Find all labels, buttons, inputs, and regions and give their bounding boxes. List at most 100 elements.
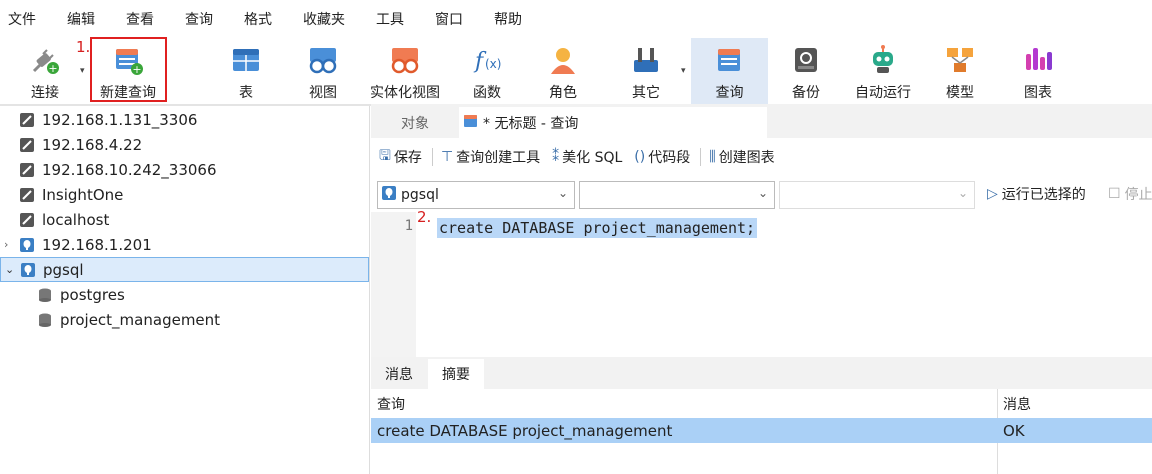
schema-select[interactable]: ⌄ [779, 181, 975, 209]
beautify-icon: ⁑ [552, 149, 560, 165]
tree-node-connection[interactable]: 192.168.10.242_33066 [20, 157, 217, 182]
builder-label: 查询创建工具 [456, 150, 541, 166]
chart-label: 图表 [1024, 85, 1052, 101]
materialized-view-button[interactable]: 实体化视图 [364, 38, 446, 104]
menu-favorites[interactable]: 收藏夹 [295, 9, 359, 29]
backup-button[interactable]: 备份 [778, 38, 834, 104]
annotation-step-2: 2. [417, 208, 432, 226]
mysql-connection-icon [20, 212, 34, 227]
column-header-query[interactable]: 查询 [377, 391, 405, 417]
tree-node-connection[interactable]: 192.168.1.131_3306 [20, 107, 197, 132]
chevron-down-icon: ⌄ [957, 186, 968, 200]
chevron-right-icon[interactable]: › [4, 238, 20, 251]
play-icon: ▷ [987, 186, 998, 202]
user-role-icon [547, 44, 579, 76]
create-chart-label: 创建图表 [718, 150, 775, 166]
database-icon [38, 288, 52, 302]
tree-node-connection[interactable]: localhost [20, 207, 109, 232]
query-button[interactable]: 查询 [691, 38, 768, 104]
beautify-label: 美化 SQL [562, 150, 623, 166]
tab-messages[interactable]: 消息 [371, 359, 427, 389]
tree-node-label: postgres [60, 285, 125, 304]
tree-node-label: pgsql [43, 260, 84, 279]
tree-node-connection[interactable]: › 192.168.1.201 [4, 232, 152, 257]
table-row[interactable]: create DATABASE project_management OK [371, 418, 1152, 443]
line-number: 1 [404, 218, 413, 234]
view-icon [307, 44, 339, 76]
view-button[interactable]: 视图 [295, 38, 351, 104]
other-button[interactable]: 其它 [618, 38, 674, 104]
function-label: 函数 [473, 85, 501, 101]
stop-button[interactable]: ☐ 停止 [1108, 184, 1152, 204]
tree-node-connection[interactable]: InsightOne [20, 182, 123, 207]
tab-summary[interactable]: 摘要 [428, 359, 484, 389]
result-cell-query: create DATABASE project_management [377, 421, 673, 440]
other-dropdown-icon[interactable]: ▾ [681, 66, 686, 76]
snippet-label: 代码段 [648, 150, 691, 166]
postgres-connection-icon [20, 237, 34, 252]
materialized-view-icon [389, 44, 421, 76]
save-button[interactable]: 🖫 保存 [379, 145, 422, 169]
menu-format[interactable]: 格式 [236, 9, 286, 29]
automation-button[interactable]: 自动运行 [848, 38, 918, 104]
code-snippet-button[interactable]: () 代码段 [634, 147, 690, 167]
connect-dropdown-icon[interactable]: ▾ [80, 66, 85, 76]
model-icon [944, 44, 976, 76]
query-pane: 对象 * 无标题 - 查询 🖫 保存 ⊤ 查询创建工具 ⁑ 美化 SQL () 代码段 … [371, 104, 1152, 474]
view-label: 视图 [309, 85, 337, 101]
model-label: 模型 [946, 85, 974, 101]
menu-query[interactable]: 查询 [177, 9, 227, 29]
menu-tools[interactable]: 工具 [368, 9, 418, 29]
connection-select[interactable]: pgsql ⌄ [377, 181, 575, 209]
tab-query-label: * 无标题 - 查询 [483, 115, 579, 132]
tree-node-connection-selected[interactable]: ⌄ pgsql [0, 257, 369, 282]
table-button[interactable]: 表 [218, 38, 274, 104]
tree-node-database[interactable]: postgres [38, 282, 125, 307]
chevron-down-icon: ⌄ [557, 186, 568, 200]
menu-edit[interactable]: 编辑 [59, 9, 109, 29]
query-label: 查询 [715, 85, 744, 101]
database-select[interactable]: ⌄ [579, 181, 775, 209]
tree-node-database[interactable]: project_management [38, 307, 220, 332]
column-header-message[interactable]: 消息 [1003, 391, 1031, 417]
postgres-connection-icon [382, 186, 396, 204]
plug-icon: + [29, 44, 61, 76]
tab-query[interactable]: * 无标题 - 查询 [459, 107, 767, 138]
function-icon: f (x) [471, 44, 503, 76]
menu-view[interactable]: 查看 [118, 9, 168, 29]
tree-node-connection[interactable]: 192.168.4.22 [20, 132, 142, 157]
result-tabs: 消息 摘要 [371, 357, 1152, 389]
annotation-step-1: 1. [76, 38, 91, 56]
tab-objects[interactable]: 对象 [371, 107, 459, 138]
connect-button[interactable]: + 连接 [18, 38, 72, 104]
svg-text:(x): (x) [485, 57, 501, 71]
save-icon: 🖫 [379, 148, 391, 164]
query-builder-button[interactable]: ⊤ 查询创建工具 [441, 147, 540, 167]
model-button[interactable]: 模型 [932, 38, 988, 104]
mysql-connection-icon [20, 162, 34, 177]
function-button[interactable]: f (x) 函数 [460, 38, 514, 104]
sql-code-line[interactable]: create DATABASE project_management; [437, 218, 758, 238]
tree-node-label: localhost [42, 210, 110, 229]
tree-node-label: 192.168.1.131_3306 [42, 110, 198, 129]
menu-help[interactable]: 帮助 [486, 9, 536, 29]
menu-bar: 文件 编辑 查看 查询 格式 收藏夹 工具 窗口 帮助 [0, 0, 1152, 38]
chevron-down-icon[interactable]: ⌄ [1, 263, 21, 276]
robot-icon [867, 44, 899, 76]
role-button[interactable]: 角色 [536, 38, 590, 104]
postgres-connection-icon [21, 262, 35, 277]
backup-label: 备份 [792, 85, 820, 101]
run-selected-label: 运行已选择的 [1001, 187, 1086, 203]
menu-window[interactable]: 窗口 [427, 9, 477, 29]
tree-node-label: project_management [60, 310, 221, 329]
materialized-view-label: 实体化视图 [370, 85, 440, 101]
run-selected-button[interactable]: ▷ 运行已选择的 [987, 184, 1086, 204]
tree-node-label: 192.168.10.242_33066 [42, 160, 217, 179]
menu-file[interactable]: 文件 [0, 9, 50, 29]
beautify-sql-button[interactable]: ⁑ 美化 SQL [552, 147, 622, 167]
chart-button[interactable]: 图表 [1010, 38, 1066, 104]
stop-label: 停止 [1124, 187, 1152, 203]
result-table: 查询 消息 create DATABASE project_management… [371, 389, 1152, 474]
divider [431, 148, 433, 166]
create-chart-button[interactable]: ⫼ 创建图表 [709, 147, 774, 167]
